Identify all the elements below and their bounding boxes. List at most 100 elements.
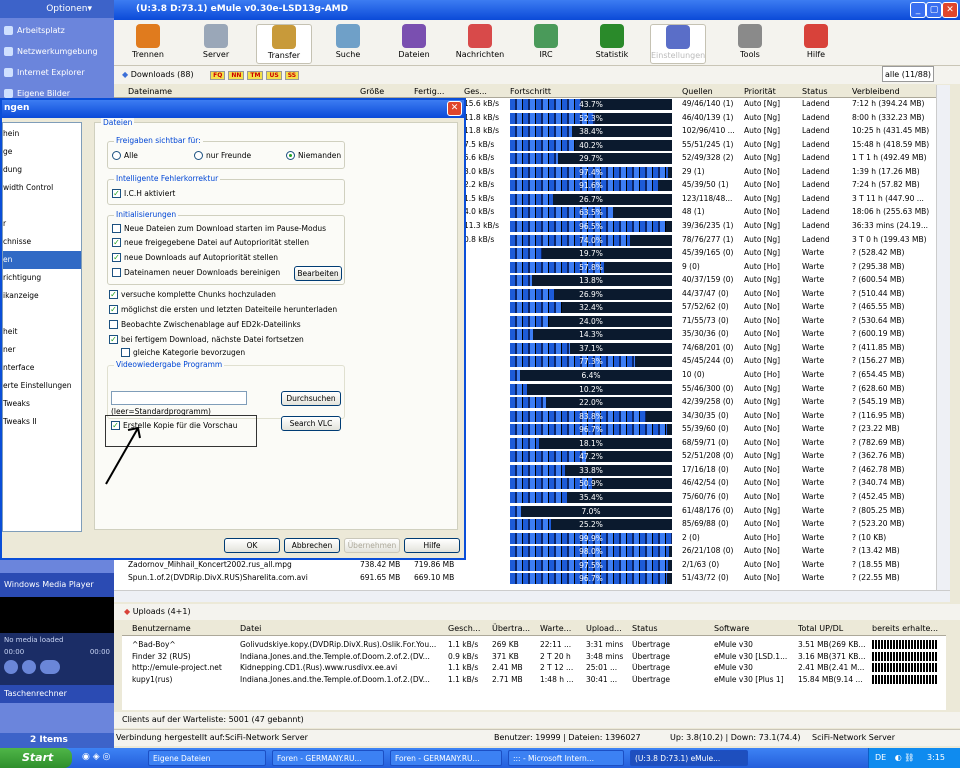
download-row[interactable]: Spun.1.of.2(DVDRip.DivX.RUS)Sharelita.co…: [114, 572, 936, 586]
nav-item[interactable]: ner: [3, 341, 81, 359]
col-groesse[interactable]: Größe: [360, 87, 384, 96]
ie-link[interactable]: Internet Explorer: [4, 64, 85, 80]
col-quellen[interactable]: Quellen: [682, 87, 713, 96]
ucol-total[interactable]: Total UP/DL: [798, 624, 843, 633]
taschenrechner-title[interactable]: Taschenrechner: [0, 685, 114, 703]
task-foren-2[interactable]: Foren - GERMANY.RU...: [390, 750, 502, 766]
downloads-hscrollbar[interactable]: [114, 590, 950, 602]
trennen-button[interactable]: Trennen: [120, 24, 176, 64]
ucol-erhalten[interactable]: bereits erhalte...: [872, 624, 938, 633]
transfer-button[interactable]: Transfer: [256, 24, 312, 64]
nav-item[interactable]: hein: [3, 125, 81, 143]
irc-button[interactable]: IRC: [518, 24, 574, 64]
nav-item[interactable]: erte Einstellungen: [3, 377, 81, 395]
filter-tab[interactable]: alle (11/88): [882, 66, 934, 82]
wmp-play-icon[interactable]: [4, 660, 18, 674]
col-verbleibend[interactable]: Verbleibend: [852, 87, 900, 96]
nav-item[interactable]: ge: [3, 143, 81, 161]
task-foren-1[interactable]: Foren - GERMANY.RU...: [272, 750, 384, 766]
category-badge[interactable]: US: [266, 71, 282, 80]
hilfe-button[interactable]: Hilfe: [788, 24, 844, 64]
nav-item[interactable]: en: [3, 251, 81, 269]
upload-row[interactable]: Finder 32 (RUS) Indiana.Jones.and.the.Tem…: [122, 651, 946, 663]
category-badge[interactable]: FQ: [210, 71, 226, 80]
col-fortschritt[interactable]: Fortschritt: [510, 87, 551, 96]
ucol-upload[interactable]: Upload...: [586, 624, 622, 633]
ucol-status[interactable]: Status: [632, 624, 658, 633]
nav-item[interactable]: Tweaks II: [3, 413, 81, 431]
task-eigene-dateien[interactable]: Eigene Dateien: [148, 750, 266, 766]
nav-item[interactable]: heit: [3, 323, 81, 341]
optionen-menu[interactable]: Optionen▾: [0, 0, 114, 18]
nav-item[interactable]: chnisse: [3, 233, 81, 251]
start-button[interactable]: Start: [0, 748, 72, 768]
server-button[interactable]: Server: [188, 24, 244, 64]
bearbeiten-button[interactable]: Bearbeiten: [294, 266, 342, 281]
language-indicator[interactable]: DE: [875, 753, 886, 762]
wmp-title[interactable]: Windows Media Player: [0, 573, 114, 597]
downloads-vscrollbar[interactable]: [936, 85, 950, 590]
col-geschwindigkeit[interactable]: Ges...: [464, 87, 487, 96]
ucol-geschw[interactable]: Gesch...: [448, 624, 480, 633]
ucol-datei[interactable]: Datei: [240, 624, 261, 633]
tools-button[interactable]: Tools: [722, 24, 778, 64]
ich-checkbox[interactable]: ✓ I.C.H aktiviert: [112, 189, 175, 198]
hilfe-dialog-button[interactable]: Hilfe: [404, 538, 460, 553]
maximize-button[interactable]: ▢: [926, 2, 942, 18]
ucol-warte[interactable]: Warte...: [540, 624, 571, 633]
col-dateiname[interactable]: Dateiname: [128, 87, 172, 96]
upload-row[interactable]: http://emule-project.net Kidnepping.CD1.(…: [122, 662, 946, 674]
ok-button[interactable]: OK: [224, 538, 280, 553]
uebernehmen-button[interactable]: Übernehmen: [344, 538, 400, 553]
task-ie[interactable]: ::: - Microsoft Intern...: [508, 750, 624, 766]
einstellungen-button[interactable]: Einstellungen: [650, 24, 706, 64]
init-pause-checkbox[interactable]: Neue Dateien zum Download starten im Pau…: [112, 224, 326, 233]
nav-item[interactable]: [3, 305, 81, 323]
upload-row[interactable]: ^Bad-Boy^ Golivudskiye.kopy.(DVDRip.DivX.…: [122, 639, 946, 651]
same-category-checkbox[interactable]: gleiche Kategorie bevorzugen: [121, 348, 245, 357]
ucol-benutzername[interactable]: Benutzername: [132, 624, 191, 633]
nav-item[interactable]: dung: [3, 161, 81, 179]
abbrechen-button[interactable]: Abbrechen: [284, 538, 340, 553]
netzwerk-link[interactable]: Netzwerkumgebung: [4, 43, 98, 59]
search-vlc-button[interactable]: Search VLC: [281, 416, 341, 431]
chunks-checkbox[interactable]: ✓ versuche komplette Chunks hochzuladen: [109, 290, 276, 299]
download-row[interactable]: Zadornov_Mihhail_Koncert2002.rus_all.mpg…: [114, 559, 936, 573]
next-file-checkbox[interactable]: ✓ bei fertigem Download, nächste Datei fo…: [109, 335, 304, 344]
ucol-software[interactable]: Software: [714, 624, 749, 633]
dateien-button[interactable]: Dateien: [386, 24, 442, 64]
close-button[interactable]: ✕: [942, 2, 958, 18]
nav-item[interactable]: ikanzeige: [3, 287, 81, 305]
col-status[interactable]: Status: [802, 87, 828, 96]
ucol-uebertragen[interactable]: Übertra...: [492, 624, 530, 633]
first-last-checkbox[interactable]: ✓ möglichst die ersten und letzten Dateit…: [109, 305, 337, 314]
radio-niemanden[interactable]: Niemanden: [286, 151, 341, 160]
nachrichten-button[interactable]: Nachrichten: [452, 24, 508, 64]
nav-item[interactable]: r: [3, 215, 81, 233]
suche-button[interactable]: Suche: [320, 24, 376, 64]
arbeitsplatz-link[interactable]: Arbeitsplatz: [4, 22, 65, 38]
task-emule[interactable]: (U:3.8 D:73.1) eMule...: [630, 750, 748, 766]
nav-item[interactable]: richtigung: [3, 269, 81, 287]
wmp-stop-icon[interactable]: [22, 660, 36, 674]
durchsuchen-button[interactable]: Durchsuchen: [281, 391, 341, 406]
init-autoprio-dl-checkbox[interactable]: ✓ neue Downloads auf Autopriorität stelle…: [112, 253, 278, 262]
dialog-close-button[interactable]: ✕: [447, 101, 462, 116]
wmp-next-icon[interactable]: [40, 660, 60, 674]
radio-alle[interactable]: Alle: [112, 151, 138, 160]
col-fertig[interactable]: Fertig...: [414, 87, 444, 96]
init-clean-names-checkbox[interactable]: Dateinamen neuer Downloads bereinigen: [112, 268, 280, 277]
minimize-button[interactable]: _: [910, 2, 926, 18]
nav-item[interactable]: Tweaks: [3, 395, 81, 413]
nav-item[interactable]: [3, 197, 81, 215]
nav-item[interactable]: width Control: [3, 179, 81, 197]
category-badge[interactable]: SS: [284, 71, 300, 80]
statistik-button[interactable]: Statistik: [584, 24, 640, 64]
video-path-input[interactable]: [111, 391, 247, 405]
radio-nur-freunde[interactable]: nur Freunde: [194, 151, 251, 160]
category-badge[interactable]: TM: [247, 71, 264, 80]
upload-row[interactable]: kupy1(rus) Indiana.Jones.and.the.Temple.o…: [122, 674, 946, 686]
nav-item[interactable]: nterface: [3, 359, 81, 377]
init-autoprio-shared-checkbox[interactable]: ✓ neue freigegebene Datei auf Autopriorit…: [112, 238, 309, 247]
col-prioritaet[interactable]: Priorität: [744, 87, 776, 96]
